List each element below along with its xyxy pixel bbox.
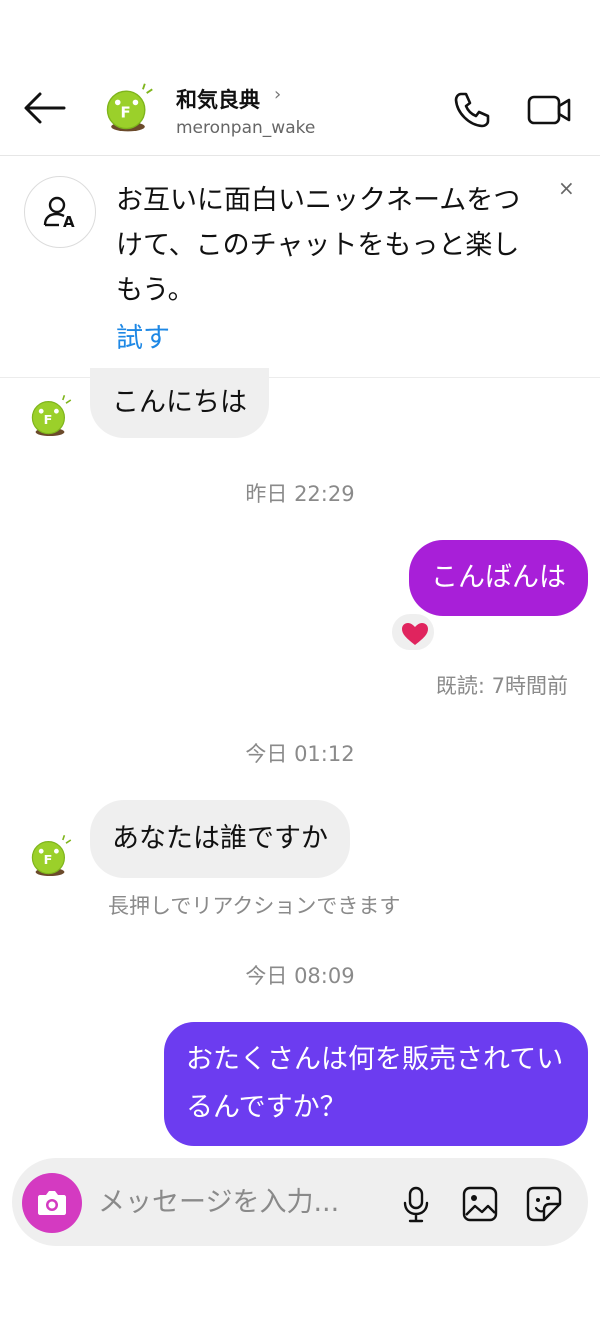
contact-avatar[interactable]: [100, 80, 156, 136]
video-camera-icon[interactable]: [526, 90, 572, 130]
camera-button[interactable]: [22, 1173, 82, 1233]
chevron-right-icon[interactable]: ›: [274, 84, 281, 105]
sender-avatar[interactable]: [26, 392, 74, 440]
seen-status: 既読: 7時間前: [435, 674, 568, 698]
message-bubble-outgoing[interactable]: おたくさんは何を販売されているんですか？: [164, 1022, 588, 1146]
nickname-person-icon: A: [24, 176, 96, 248]
message-bubble-incoming[interactable]: こんにちは: [90, 368, 269, 438]
banner-message: お互いに面白いニックネームをつけて、このチャットをもっと楽しもう。: [116, 185, 521, 306]
phone-icon[interactable]: [452, 90, 492, 130]
contact-name[interactable]: 和気良典: [176, 84, 260, 114]
reaction-badge[interactable]: [390, 612, 436, 652]
message-bubble-outgoing[interactable]: こんばんは: [409, 540, 588, 616]
contact-username[interactable]: meronpan_wake: [176, 118, 315, 138]
nickname-suggestion-banner: A お互いに面白いニックネームをつけて、このチャットをもっと楽しもう。 × 試す: [0, 156, 600, 378]
try-link[interactable]: 試す: [116, 316, 170, 355]
timestamp: 今日 01:12: [245, 742, 355, 766]
message-bubble-incoming[interactable]: あなたは誰ですか: [90, 800, 350, 878]
close-icon[interactable]: ×: [558, 176, 575, 200]
sender-avatar[interactable]: [26, 832, 74, 880]
chat-header: 和気良典 › meronpan_wake: [0, 60, 600, 156]
sticker-icon[interactable]: [524, 1184, 564, 1224]
heart-icon: [402, 623, 428, 645]
camera-icon: [38, 1191, 66, 1215]
reaction-hint: 長押しでリアクションできます: [108, 894, 401, 918]
message-composer: [12, 1158, 588, 1246]
svg-text:A: A: [63, 213, 75, 231]
gallery-icon[interactable]: [460, 1184, 500, 1224]
timestamp: 昨日 22:29: [245, 482, 355, 506]
back-arrow-icon[interactable]: [20, 88, 68, 128]
message-input[interactable]: [98, 1180, 388, 1224]
microphone-icon[interactable]: [396, 1184, 436, 1224]
timestamp: 今日 08:09: [245, 964, 355, 988]
